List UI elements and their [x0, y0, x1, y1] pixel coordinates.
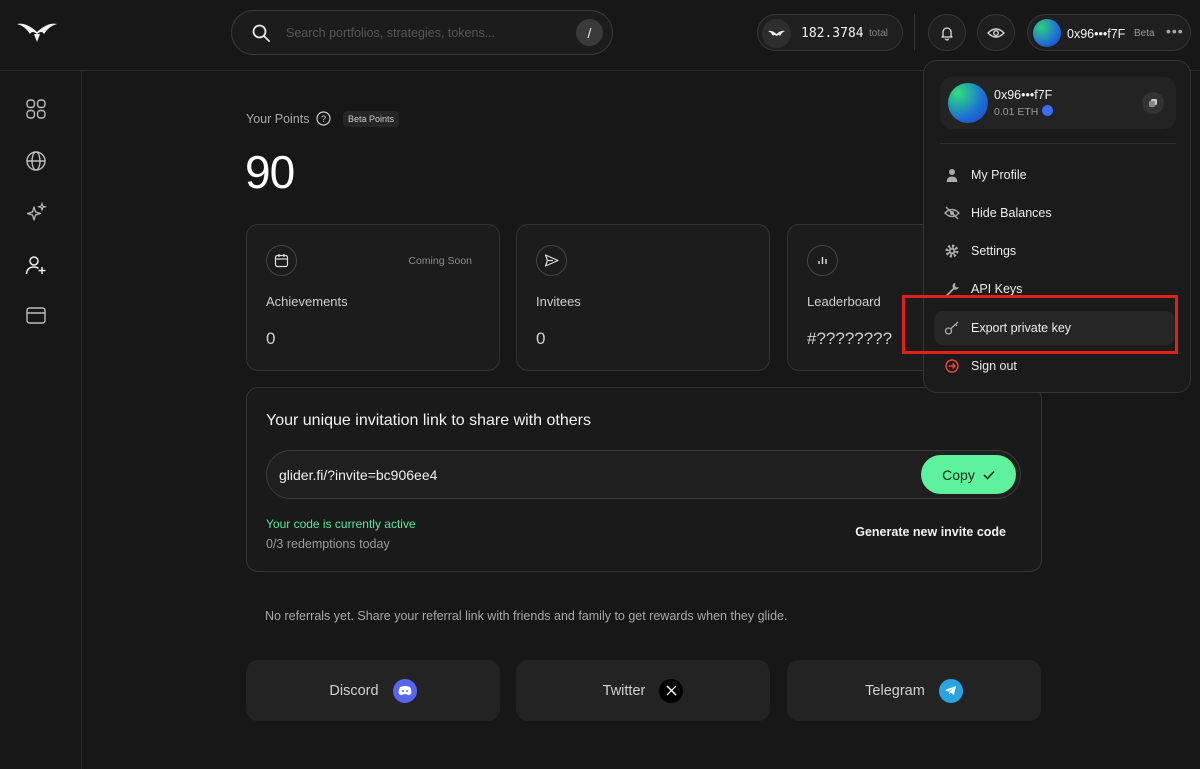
svg-text:?: ? [321, 114, 326, 124]
copy-address-icon[interactable] [1142, 92, 1164, 114]
glider-coin-icon [762, 19, 791, 48]
help-icon[interactable]: ? [316, 111, 331, 126]
code-status: Your code is currently active [266, 517, 416, 531]
notifications-button[interactable] [928, 14, 966, 51]
menu-item-label: API Keys [971, 282, 1023, 296]
menu-item-my-profile[interactable]: My Profile [934, 158, 1174, 192]
invitation-panel: Your unique invitation link to share wit… [246, 387, 1042, 572]
beta-badge: Beta [1134, 28, 1155, 39]
search-icon [252, 24, 270, 42]
menu-item-label: My Profile [971, 168, 1027, 182]
telegram-button[interactable]: Telegram [787, 660, 1041, 721]
sidebar [0, 71, 82, 769]
points-value: 90 [245, 146, 295, 198]
calendar-icon [266, 245, 297, 276]
account-summary: 0x96•••f7F 0.01 ETH [940, 77, 1176, 129]
more-options-icon[interactable]: ••• [1166, 23, 1184, 39]
menu-item-settings[interactable]: Settings [934, 234, 1174, 268]
coming-soon-tag: Coming Soon [408, 255, 472, 267]
redemptions-count: 0/3 redemptions today [266, 537, 390, 551]
balance-suffix: total [869, 28, 888, 39]
points-label: Your Points [246, 112, 310, 126]
discord-button[interactable]: Discord [246, 660, 500, 721]
twitter-button[interactable]: Twitter [516, 660, 770, 721]
invitation-title: Your unique invitation link to share wit… [266, 412, 591, 429]
card-title: Leaderboard [807, 294, 881, 309]
eth-balance: 0.01 ETH [994, 105, 1054, 118]
toggle-visibility-button[interactable] [977, 14, 1015, 51]
discord-icon [392, 678, 417, 703]
wallet-icon[interactable] [24, 303, 48, 327]
account-address: 0x96•••f7F [1067, 27, 1126, 41]
dropdown-address: 0x96•••f7F [994, 88, 1053, 102]
divider [940, 143, 1176, 144]
search-input[interactable] [286, 23, 556, 43]
sign-out-icon [945, 359, 959, 373]
no-referrals-message: No referrals yet. Share your referral li… [265, 609, 788, 623]
invite-link[interactable]: glider.fi/?invite=bc906ee4 [279, 467, 437, 483]
social-label: Twitter [602, 682, 646, 699]
balance-value: 182.3784 [801, 26, 864, 41]
user-icon [946, 169, 958, 182]
avatar [948, 83, 988, 123]
beta-points-badge: Beta Points [343, 111, 400, 127]
social-label: Discord [329, 682, 379, 699]
gear-icon [945, 244, 959, 258]
menu-item-label: Sign out [971, 359, 1017, 373]
copy-button[interactable]: Copy [921, 455, 1016, 494]
globe-icon[interactable] [24, 149, 48, 173]
invite-link-field[interactable]: glider.fi/?invite=bc906ee4 Copy [266, 450, 1021, 499]
menu-item-label: Hide Balances [971, 206, 1052, 220]
glider-logo-icon[interactable] [16, 20, 58, 44]
telegram-icon [938, 678, 963, 703]
send-icon [536, 245, 567, 276]
search-bar[interactable]: / [231, 10, 613, 55]
menu-item-label: Settings [971, 244, 1017, 258]
eye-icon [987, 27, 1005, 38]
eth-icon [1042, 105, 1054, 116]
menu-item-sign-out[interactable]: Sign out [934, 349, 1174, 383]
generate-invite-button[interactable]: Generate new invite code [855, 525, 1006, 539]
bar-chart-icon [807, 245, 838, 276]
eth-balance-value: 0.01 ETH [994, 106, 1039, 118]
check-icon [983, 470, 995, 480]
user-plus-icon[interactable] [24, 253, 48, 277]
bell-icon [941, 26, 953, 41]
menu-item-hide-balances[interactable]: Hide Balances [934, 196, 1174, 230]
card-title: Achievements [266, 294, 348, 309]
card-value: 0 [266, 329, 276, 348]
avatar [1033, 19, 1061, 47]
account-button[interactable]: 0x96•••f7F Beta ••• [1027, 14, 1191, 51]
copy-label: Copy [942, 466, 975, 483]
balance-pill[interactable]: 182.3784 total [757, 14, 903, 51]
search-shortcut-badge: / [576, 19, 603, 46]
social-label: Telegram [865, 682, 925, 699]
sparkles-icon[interactable] [24, 201, 48, 225]
achievements-card: Coming Soon Achievements 0 [246, 224, 500, 371]
eye-off-icon [944, 206, 960, 220]
grid-icon[interactable] [24, 97, 48, 121]
highlight-box [902, 295, 1178, 354]
card-value: #???????? [807, 329, 893, 348]
x-icon [659, 678, 684, 703]
invitees-card: Invitees 0 [516, 224, 770, 371]
card-title: Invitees [536, 294, 581, 309]
divider [914, 14, 915, 50]
card-value: 0 [536, 329, 546, 348]
